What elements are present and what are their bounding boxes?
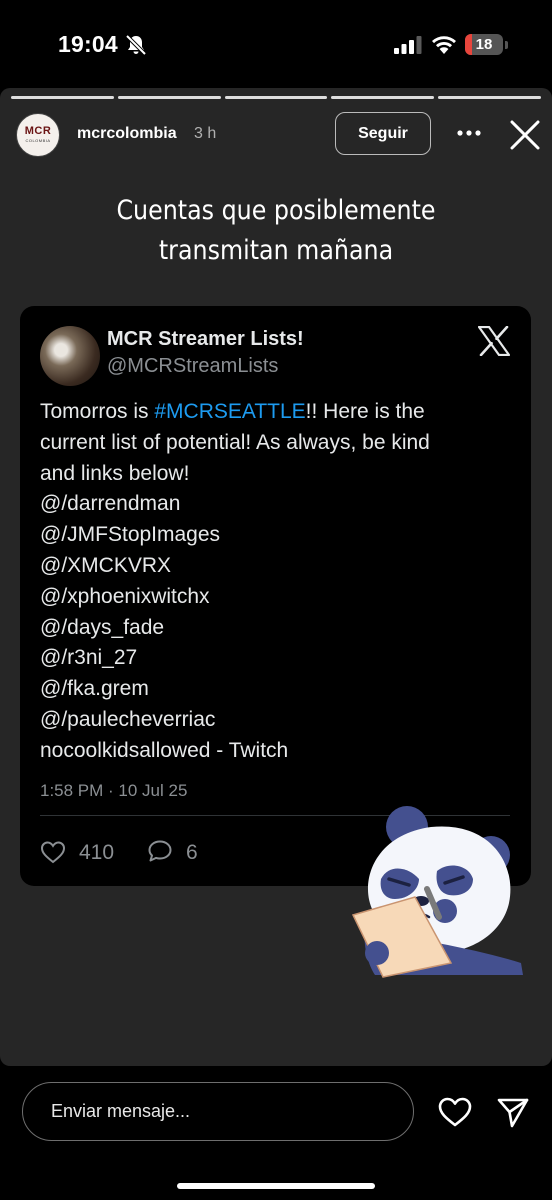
progress-segment	[224, 96, 328, 99]
reply-icon	[148, 840, 172, 862]
wifi-icon	[432, 36, 456, 54]
streamer-handle: @/JMFStopImages	[40, 523, 221, 547]
caption-line: Cuentas que posiblemente	[116, 195, 436, 226]
battery-level: 18	[475, 36, 493, 53]
home-indicator	[177, 1183, 375, 1189]
tweet-avatar	[40, 326, 100, 386]
progress-segment	[117, 96, 221, 99]
progress-segment	[11, 96, 114, 99]
bell-off-icon	[125, 34, 147, 56]
tweet-line: Tomorros is #MCRSEATTLE!! Here is the	[40, 397, 510, 428]
message-input[interactable]	[22, 1082, 414, 1141]
avatar-logo-text: MCR	[24, 125, 52, 137]
status-time: 19:04	[58, 31, 118, 57]
story-viewer[interactable]: MCR COLOMBIA mcrcolombia 3 h Seguir Cuen…	[0, 88, 552, 1066]
username[interactable]: mcrcolombia	[77, 125, 177, 143]
heart-icon[interactable]	[438, 1096, 472, 1128]
tweet-text: !! Here is the	[305, 400, 425, 423]
bottom-bar	[0, 1066, 552, 1200]
status-bar: 19:04 18	[0, 0, 552, 88]
caption-line: transmitan mañana	[158, 235, 394, 266]
story-caption: Cuentas que posiblemente transmitan maña…	[68, 191, 483, 271]
like-count: 410	[79, 841, 115, 864]
more-options-icon[interactable]	[454, 121, 484, 145]
avatar[interactable]: MCR COLOMBIA	[16, 113, 60, 157]
streamer-handle: nocoolkidsallowed - Twitch	[40, 738, 289, 762]
progress-segment	[438, 96, 541, 99]
battery-tip	[505, 41, 508, 49]
streamer-handle: @/darrendman	[40, 492, 181, 516]
post-time: 3 h	[194, 125, 217, 142]
progress-segment	[331, 96, 435, 99]
hashtag-link[interactable]: #MCRSEATTLE	[154, 400, 305, 423]
avatar-logo-sub: COLOMBIA	[25, 138, 51, 143]
streamer-handle: @/paulecheverriac	[40, 707, 216, 731]
streamer-handle: @/XMCKVRX	[40, 553, 172, 577]
like-icon	[40, 841, 66, 864]
tweet-body: Tomorros is #MCRSEATTLE!! Here is the cu…	[40, 397, 510, 767]
tweet-timestamp: 1:58 PM · 10 Jul 25	[40, 781, 188, 800]
tweet-card[interactable]: MCR Streamer Lists! @MCRStreamLists Tomo…	[20, 306, 531, 886]
reply-count: 6	[186, 841, 198, 864]
signal-icon	[394, 36, 422, 54]
battery-icon: 18	[465, 34, 503, 55]
close-icon[interactable]	[508, 118, 542, 152]
follow-button[interactable]: Seguir	[335, 112, 431, 155]
streamer-handle: @/days_fade	[40, 615, 165, 639]
tweet-line: and links below!	[40, 461, 190, 485]
streamer-handle: @/r3ni_27	[40, 646, 138, 670]
tweet-display-name: MCR Streamer Lists!	[107, 328, 304, 350]
story-progress-bar	[11, 96, 541, 99]
tweet-handle: @MCRStreamLists	[107, 355, 279, 377]
streamer-handle: @/xphoenixwitchx	[40, 584, 210, 608]
tweet-text: Tomorros is	[40, 400, 155, 423]
panda-sticker[interactable]	[345, 803, 535, 978]
x-logo-icon	[478, 326, 510, 356]
tweet-line: current list of potential! As always, be…	[40, 430, 430, 454]
send-icon[interactable]	[496, 1095, 530, 1129]
streamer-handle: @/fka.grem	[40, 677, 149, 701]
